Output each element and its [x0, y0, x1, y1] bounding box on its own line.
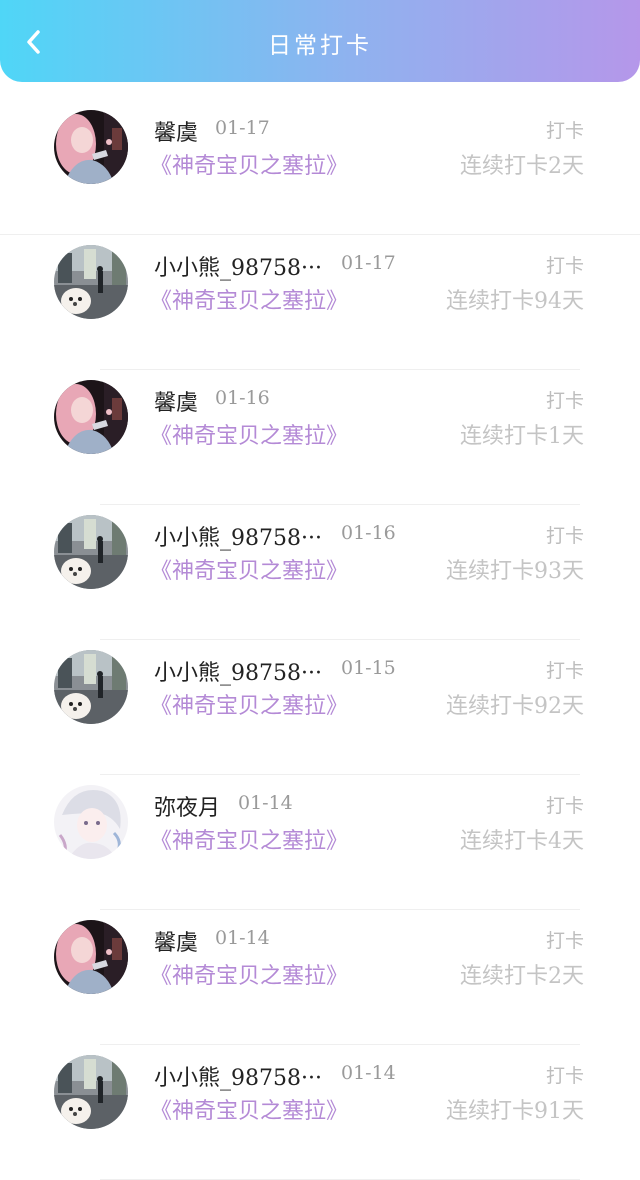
book-title-link[interactable]: 《神奇宝贝之塞拉》	[150, 283, 348, 315]
checkin-list: 馨虞 01-17 《神奇宝贝之塞拉》 打卡 连续打卡2天 小小熊_98758··· 01-1…	[0, 100, 640, 1180]
book-title-link[interactable]: 《神奇宝贝之塞拉》	[150, 823, 348, 855]
avatar[interactable]	[54, 920, 128, 994]
streak-text: 连续打卡91天	[446, 1099, 584, 1124]
book-title-link[interactable]: 《神奇宝贝之塞拉》	[150, 688, 348, 720]
checkin-date: 01-16	[215, 387, 270, 409]
checkin-date: 01-14	[215, 927, 270, 949]
book-title-link[interactable]: 《神奇宝贝之塞拉》	[150, 1093, 348, 1125]
streak-text: 连续打卡1天	[460, 424, 584, 449]
list-item[interactable]: 小小熊_98758··· 01-15 《神奇宝贝之塞拉》 打卡连续打卡92天	[0, 640, 640, 775]
list-item[interactable]: 馨虞 01-14 《神奇宝贝之塞拉》 打卡连续打卡2天	[0, 910, 640, 1045]
checkin-date: 01-17	[341, 252, 396, 274]
streak-text: 连续打卡94天	[446, 289, 584, 314]
checkin-date: 01-16	[341, 522, 396, 544]
book-title-link[interactable]: 《神奇宝贝之塞拉》	[150, 553, 348, 585]
checkin-date: 01-17	[215, 117, 270, 139]
streak-text: 连续打卡92天	[446, 694, 584, 719]
list-item[interactable]: 弥夜月 01-14 《神奇宝贝之塞拉》 打卡连续打卡4天	[0, 775, 640, 910]
avatar[interactable]	[54, 650, 128, 724]
avatar[interactable]	[54, 380, 128, 454]
checkin-tag: 打卡	[545, 1065, 584, 1087]
avatar[interactable]	[54, 515, 128, 589]
streak-text: 连续打卡2天	[460, 964, 584, 989]
streak-text: 连续打卡4天	[460, 829, 584, 854]
avatar[interactable]	[54, 110, 128, 184]
user-name[interactable]: 小小熊_98758···	[154, 655, 322, 687]
user-name[interactable]: 馨虞	[154, 385, 198, 417]
user-name[interactable]: 馨虞	[154, 925, 198, 957]
checkin-date: 01-15	[341, 657, 396, 679]
user-name[interactable]: 小小熊_98758···	[154, 520, 322, 552]
checkin-tag: 打卡	[545, 390, 584, 412]
list-item[interactable]: 馨虞 01-17 《神奇宝贝之塞拉》 打卡连续打卡2天	[0, 100, 640, 235]
user-name[interactable]: 弥夜月	[154, 790, 220, 822]
list-item[interactable]: 小小熊_98758··· 01-14 《神奇宝贝之塞拉》 打卡连续打卡91天	[0, 1045, 640, 1180]
list-item[interactable]: 小小熊_98758··· 01-16 《神奇宝贝之塞拉》 打卡连续打卡93天	[0, 505, 640, 640]
book-title-link[interactable]: 《神奇宝贝之塞拉》	[150, 958, 348, 990]
checkin-date: 01-14	[341, 1062, 396, 1084]
page-title: 日常打卡	[268, 33, 372, 59]
checkin-tag: 打卡	[545, 930, 584, 952]
checkin-tag: 打卡	[545, 660, 584, 682]
checkin-tag: 打卡	[545, 795, 584, 817]
list-item[interactable]: 小小熊_98758··· 01-17 《神奇宝贝之塞拉》 打卡连续打卡94天	[0, 235, 640, 370]
streak-text: 连续打卡2天	[460, 154, 584, 179]
checkin-tag: 打卡	[545, 120, 584, 142]
user-name[interactable]: 小小熊_98758···	[154, 250, 322, 282]
user-name[interactable]: 馨虞	[154, 115, 198, 147]
book-title-link[interactable]: 《神奇宝贝之塞拉》	[150, 418, 348, 450]
checkin-tag: 打卡	[545, 255, 584, 277]
checkin-tag: 打卡	[545, 525, 584, 547]
checkin-date: 01-14	[238, 792, 293, 814]
user-name[interactable]: 小小熊_98758···	[154, 1060, 322, 1092]
top-bar: 日常打卡	[0, 0, 640, 82]
avatar[interactable]	[54, 245, 128, 319]
avatar[interactable]	[54, 1055, 128, 1129]
book-title-link[interactable]: 《神奇宝贝之塞拉》	[150, 148, 348, 180]
streak-text: 连续打卡93天	[446, 559, 584, 584]
avatar[interactable]	[54, 785, 128, 859]
list-item[interactable]: 馨虞 01-16 《神奇宝贝之塞拉》 打卡连续打卡1天	[0, 370, 640, 505]
